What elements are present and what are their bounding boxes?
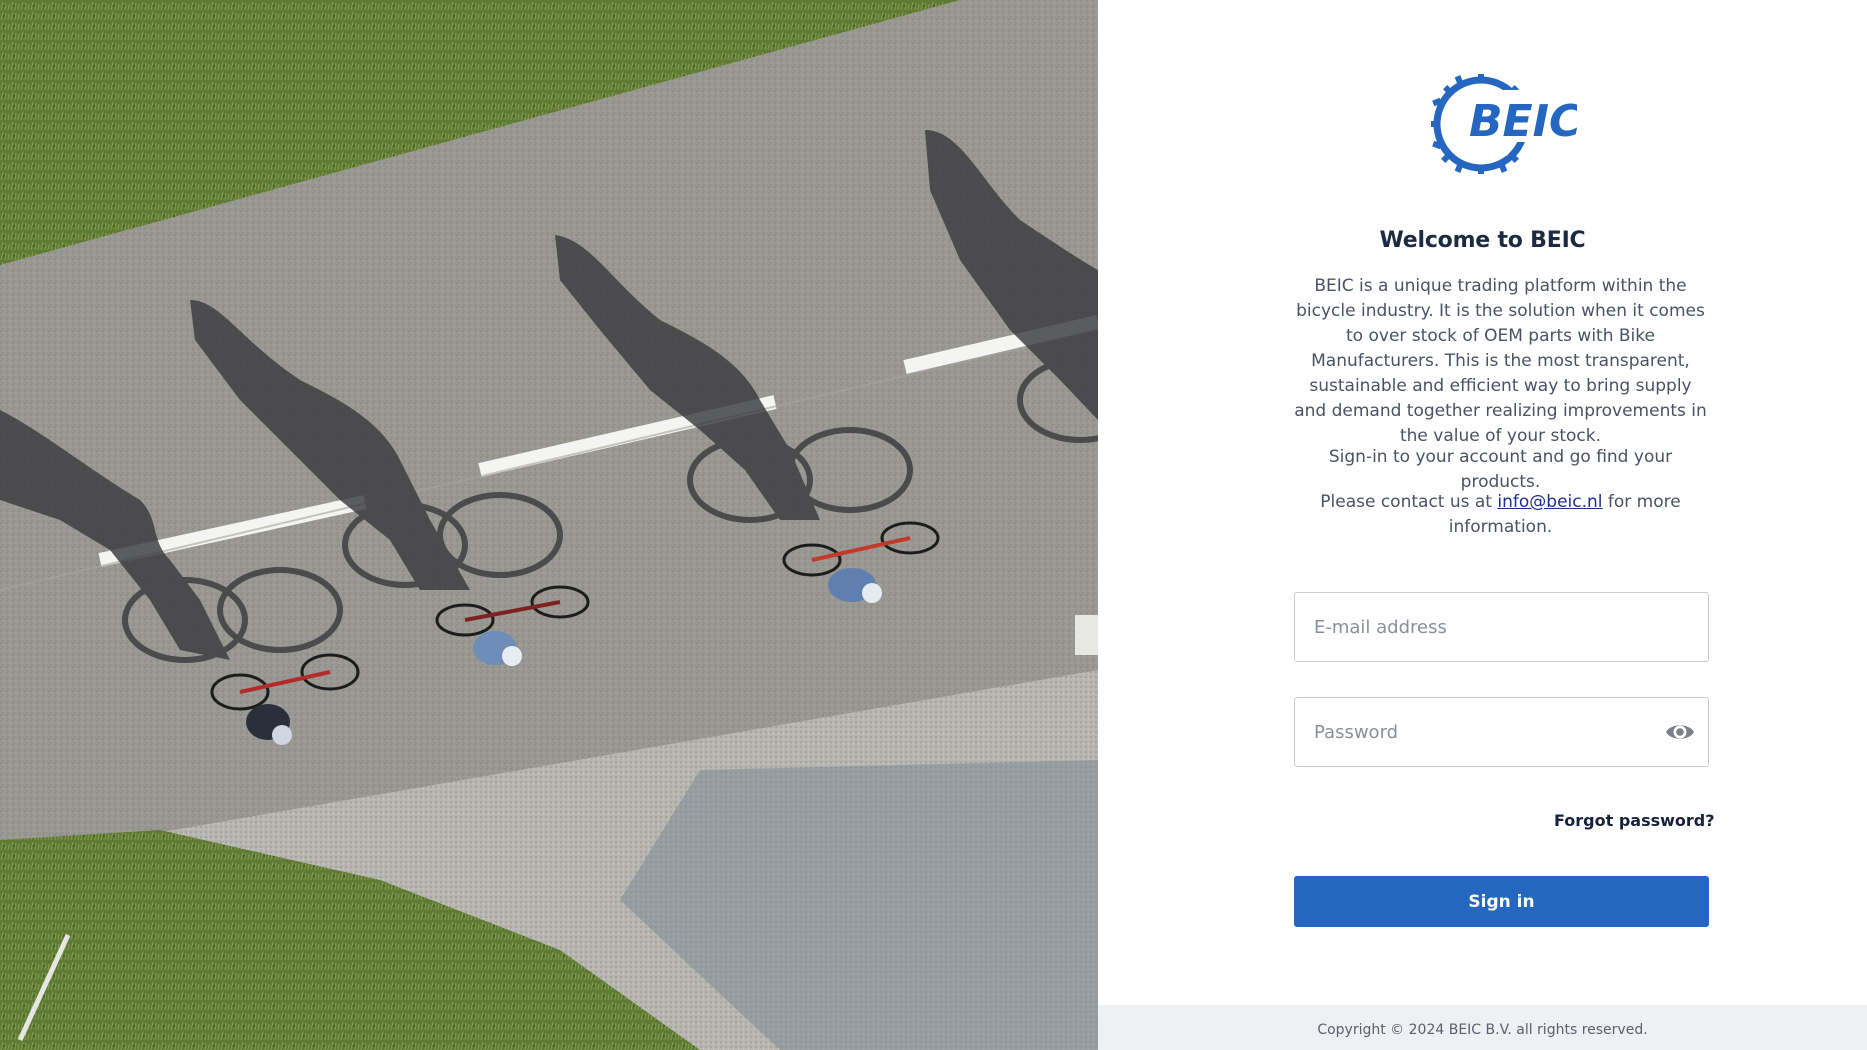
platform-description: BEIC is a unique trading platform within…: [1294, 276, 1707, 446]
signin-note: Sign-in to your account and go find your…: [1328, 447, 1673, 492]
contact-note: Please contact us at info@beic.nl for mo…: [1293, 490, 1708, 540]
eye-icon: [1666, 725, 1694, 739]
hero-image: [0, 0, 1098, 1050]
chainring-logo-icon: BEIC: [1431, 74, 1581, 174]
footer: Copyright © 2024 BEIC B.V. all rights re…: [1098, 1005, 1867, 1050]
logo-text: BEIC: [1469, 96, 1577, 147]
forgot-password-link[interactable]: Forgot password?: [1554, 811, 1715, 830]
password-field-wrapper: [1294, 697, 1709, 767]
cyclists-aerial-photo: [0, 0, 1098, 1050]
login-panel: BEIC Welcome to BEIC BEIC is a unique tr…: [1098, 0, 1867, 1050]
email-field[interactable]: [1295, 593, 1708, 661]
page-title: Welcome to BEIC: [1379, 228, 1586, 253]
email-field-wrapper: [1294, 592, 1709, 662]
beic-logo: BEIC: [1429, 72, 1581, 180]
login-page: BEIC Welcome to BEIC BEIC is a unique tr…: [0, 0, 1867, 1050]
show-password-toggle[interactable]: [1664, 718, 1696, 746]
contact-email-link[interactable]: info@beic.nl: [1497, 492, 1602, 512]
password-field[interactable]: [1295, 698, 1708, 766]
sign-in-button[interactable]: Sign in: [1294, 876, 1709, 927]
copyright-text: Copyright © 2024 BEIC B.V. all rights re…: [1317, 1022, 1648, 1038]
contact-prefix: Please contact us at: [1320, 492, 1498, 512]
